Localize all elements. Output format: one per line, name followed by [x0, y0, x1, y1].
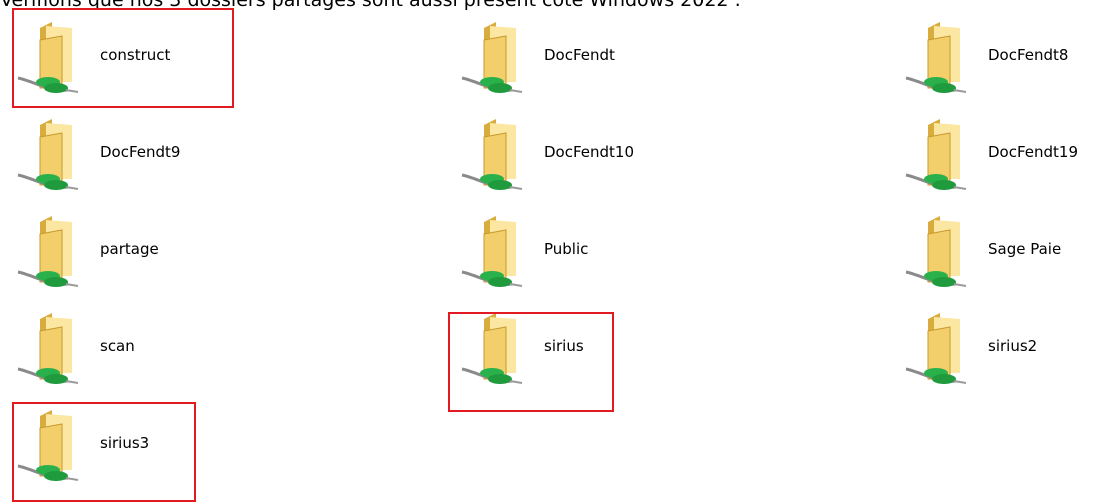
folder-label: Public [544, 240, 589, 258]
shared-folder-item-sirius3[interactable]: sirius3 [0, 408, 240, 486]
folder-label: sirius3 [100, 434, 150, 452]
shared-folder-icon [454, 117, 534, 195]
shared-folder-icon [10, 214, 90, 292]
shared-folder-icon [898, 20, 978, 98]
shared-folder-icon [898, 214, 978, 292]
shared-folder-icon [898, 311, 978, 389]
shared-folder-icon [10, 20, 90, 98]
shared-folder-item-docfendt10[interactable]: DocFendt10 [444, 117, 684, 195]
shared-folder-item-sirius[interactable]: sirius [444, 311, 684, 389]
shared-folder-item-partage[interactable]: partage [0, 214, 240, 292]
folder-label: Sage Paie [988, 240, 1062, 258]
shared-folder-icon [454, 311, 534, 389]
shared-folder-item-docfendt[interactable]: DocFendt [444, 20, 684, 98]
folder-label: partage [100, 240, 159, 258]
folder-label: scan [100, 337, 135, 355]
folder-label: DocFendt19 [988, 143, 1079, 161]
shared-folder-icon [454, 214, 534, 292]
folder-label: sirius2 [988, 337, 1038, 355]
shared-folder-item-docfendt8[interactable]: DocFendt8 [888, 20, 1102, 98]
folder-label: DocFendt8 [988, 46, 1069, 64]
page-caption: Vérifions que nos 3 dossiers partagés so… [0, 0, 741, 11]
folder-label: sirius [544, 337, 584, 355]
shared-folder-icon [454, 20, 534, 98]
shared-folder-item-sage-paie[interactable]: Sage Paie [888, 214, 1102, 292]
shared-folder-item-docfendt9[interactable]: DocFendt9 [0, 117, 240, 195]
shared-folder-item-sirius2[interactable]: sirius2 [888, 311, 1102, 389]
shared-folder-icon [10, 117, 90, 195]
shared-folder-item-public[interactable]: Public [444, 214, 684, 292]
shared-folder-item-docfendt19[interactable]: DocFendt19 [888, 117, 1102, 195]
shared-folder-icon [10, 408, 90, 486]
shared-folder-item-scan[interactable]: scan [0, 311, 240, 389]
shared-folder-icon [898, 117, 978, 195]
shared-folder-item-construct[interactable]: construct [0, 20, 240, 98]
folder-label: construct [100, 46, 171, 64]
shared-folders-view: construct DocFendt DocFendt8 DocFendt9 D… [0, 8, 1102, 502]
folder-label: DocFendt10 [544, 143, 635, 161]
shared-folder-icon [10, 311, 90, 389]
folder-label: DocFendt [544, 46, 615, 64]
folder-label: DocFendt9 [100, 143, 181, 161]
